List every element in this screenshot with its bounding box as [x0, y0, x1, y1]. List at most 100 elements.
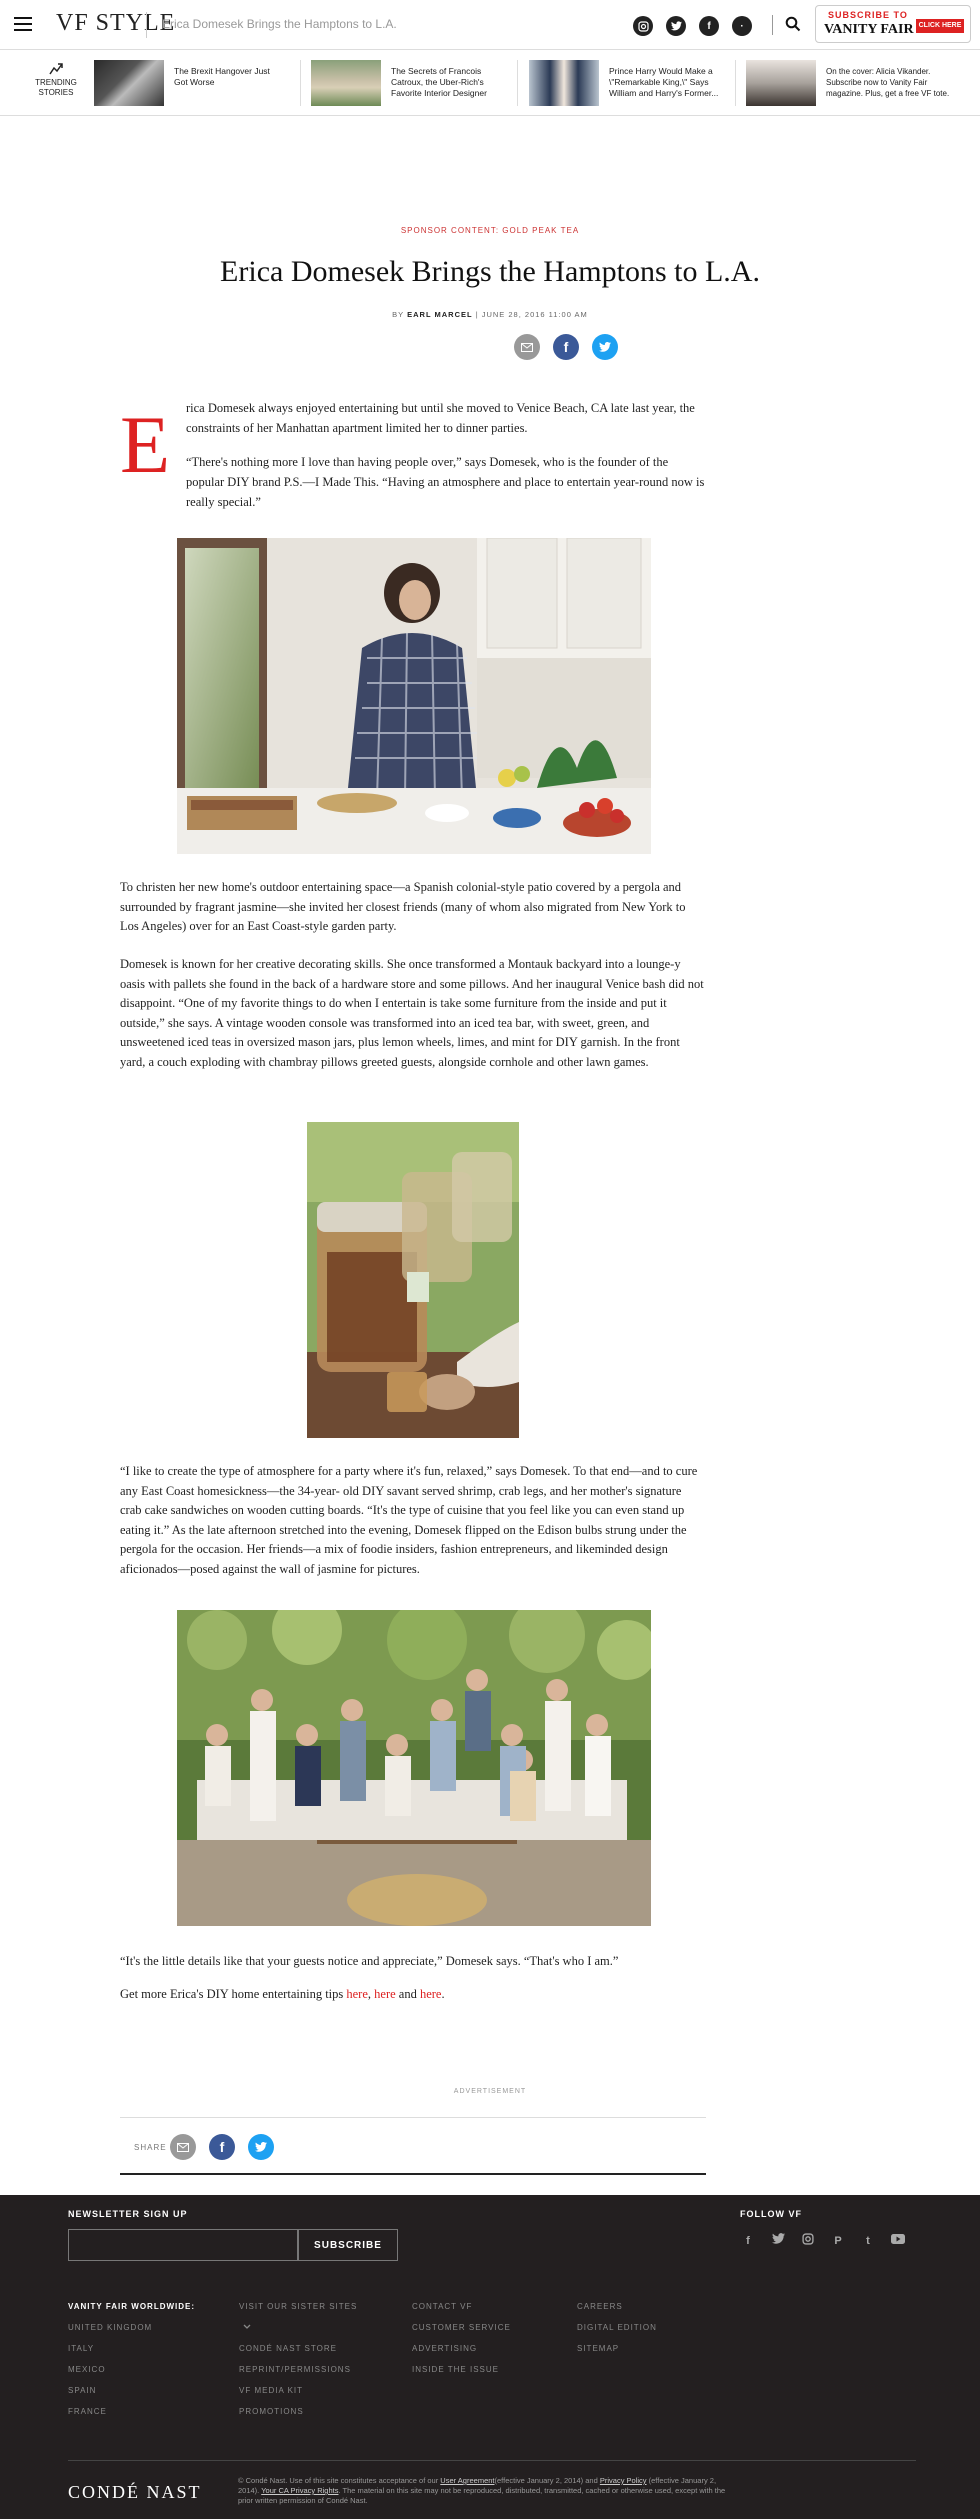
- publish-date: | JUNE 28, 2016 11:00 AM: [475, 310, 588, 319]
- footer-link[interactable]: CONTACT VF: [412, 2302, 511, 2323]
- header-divider: [772, 15, 773, 35]
- subscribe-promo-button[interactable]: SUBSCRIBE TO VANITY FAIR CLICK HERE: [815, 5, 971, 43]
- trending-story-title[interactable]: Prince Harry Would Make a \"Remarkable K…: [609, 66, 719, 99]
- more-share-icon[interactable]: ·: [732, 16, 752, 36]
- twitter-share-icon[interactable]: [592, 334, 618, 360]
- privacy-policy-link[interactable]: Privacy Policy: [600, 2476, 647, 2485]
- youtube-icon[interactable]: [890, 2233, 906, 2249]
- trending-icon: [49, 63, 63, 75]
- chevron-down-icon[interactable]: [239, 2323, 357, 2344]
- instagram-icon[interactable]: [800, 2233, 816, 2249]
- tips-link-3[interactable]: here: [420, 1987, 442, 2001]
- trending-story-4[interactable]: On the cover: Alicia Vikander. Subscribe…: [746, 60, 966, 106]
- drop-cap: E: [120, 399, 171, 490]
- footer-careers-column: CAREERS DIGITAL EDITION SITEMAP: [577, 2302, 657, 2365]
- footer-link[interactable]: INSIDE THE ISSUE: [412, 2365, 511, 2386]
- footer-link[interactable]: SITEMAP: [577, 2344, 657, 2365]
- trending-divider: [300, 60, 301, 106]
- advertisement-label: ADVERTISEMENT: [453, 2088, 527, 2095]
- footer-link[interactable]: VF MEDIA KIT: [239, 2386, 357, 2407]
- footer-link[interactable]: ITALY: [68, 2344, 195, 2365]
- trending-thumbnail-1: [94, 60, 164, 106]
- header-article-title: Erica Domesek Brings the Hamptons to L.A…: [162, 17, 397, 31]
- facebook-icon[interactable]: f: [699, 16, 719, 36]
- newsletter-email-input[interactable]: [68, 2229, 298, 2261]
- footer-link[interactable]: DIGITAL EDITION: [577, 2323, 657, 2344]
- footer-link[interactable]: UNITED KINGDOM: [68, 2323, 195, 2344]
- tips-prefix: Get more Erica's DIY home entertaining t…: [120, 1987, 347, 2001]
- footer-link[interactable]: SPAIN: [68, 2386, 195, 2407]
- tips-separator: and: [395, 1987, 420, 2001]
- tumblr-icon[interactable]: t: [860, 2233, 876, 2249]
- vanity-fair-label: VANITY FAIR: [824, 22, 914, 37]
- conde-nast-logo[interactable]: CONDÉ NAST: [68, 2482, 202, 2503]
- footer-link[interactable]: VISIT OUR SISTER SITES: [239, 2302, 357, 2323]
- twitter-icon[interactable]: [770, 2233, 786, 2249]
- share-bottom-divider: [120, 2173, 706, 2175]
- trending-story-1[interactable]: The Brexit Hangover Just Got Worse: [94, 60, 294, 106]
- article-paragraph: “It's the little details like that your …: [120, 1954, 619, 1968]
- share-top-divider: [120, 2117, 706, 2118]
- footer-sister-sites-column: VISIT OUR SISTER SITES CONDÉ NAST STORE …: [239, 2302, 357, 2428]
- article-paragraph: Domesek is known for her creative decora…: [120, 957, 704, 1069]
- follow-label: FOLLOW VF: [740, 2209, 802, 2219]
- footer-heading: VANITY FAIR WORLDWIDE:: [68, 2302, 196, 2311]
- sponsor-label[interactable]: SPONSOR CONTENT: GOLD PEAK TEA: [0, 226, 980, 235]
- trending-thumbnail-2: [311, 60, 381, 106]
- trending-divider: [735, 60, 736, 106]
- article-paragraph: Get more Erica's DIY home entertaining t…: [120, 1985, 704, 2005]
- tips-link-2[interactable]: here: [374, 1987, 396, 2001]
- article-paragraph: “There's nothing more I love than having…: [186, 455, 705, 509]
- magazine-cover-thumbnail: [746, 60, 816, 106]
- footer-link[interactable]: CONDÉ NAST STORE: [239, 2344, 357, 2365]
- share-label: SHARE: [134, 2143, 167, 2152]
- twitter-icon[interactable]: [666, 16, 686, 36]
- kitchen-photo: [177, 538, 651, 854]
- article-paragraph: “I like to create the type of atmosphere…: [120, 1464, 698, 1576]
- ca-privacy-link[interactable]: Your CA Privacy Rights: [261, 2486, 338, 2495]
- facebook-share-icon[interactable]: f: [553, 334, 579, 360]
- footer-link[interactable]: PROMOTIONS: [239, 2407, 357, 2428]
- facebook-share-icon[interactable]: f: [209, 2134, 235, 2160]
- pinterest-icon[interactable]: P: [830, 2233, 846, 2249]
- click-here-badge[interactable]: CLICK HERE: [916, 19, 964, 33]
- tips-suffix: .: [441, 1987, 445, 2001]
- newsletter-subscribe-button[interactable]: SUBSCRIBE: [298, 2229, 398, 2261]
- footer-link[interactable]: REPRINT/PERMISSIONS: [239, 2365, 357, 2386]
- trending-story-title[interactable]: On the cover: Alicia Vikander. Subscribe…: [826, 66, 956, 99]
- site-footer: NEWSLETTER SIGN UP SUBSCRIBE FOLLOW VF f…: [0, 2195, 980, 2519]
- search-icon[interactable]: [785, 16, 803, 34]
- twitter-share-icon[interactable]: [248, 2134, 274, 2160]
- email-share-icon[interactable]: [170, 2134, 196, 2160]
- footer-link[interactable]: MEXICO: [68, 2365, 195, 2386]
- email-share-icon[interactable]: [514, 334, 540, 360]
- facebook-icon[interactable]: f: [740, 2233, 756, 2249]
- footer-link[interactable]: FRANCE: [68, 2407, 195, 2428]
- trending-story-title[interactable]: The Brexit Hangover Just Got Worse: [174, 66, 284, 88]
- group-photo: [177, 1610, 651, 1926]
- legal-part: (effective January 2, 2014) and: [494, 2476, 600, 2485]
- top-navigation-bar: VF STYLE Erica Domesek Brings the Hampto…: [0, 0, 980, 50]
- trending-story-3[interactable]: Prince Harry Would Make a \"Remarkable K…: [529, 60, 729, 106]
- menu-icon[interactable]: [14, 17, 32, 31]
- trending-stories-bar: TRENDING STORIES The Brexit Hangover Jus…: [0, 50, 980, 116]
- trending-story-2[interactable]: The Secrets of Francois Catroux, the Ube…: [311, 60, 511, 106]
- trending-thumbnail-3: [529, 60, 599, 106]
- trending-divider: [517, 60, 518, 106]
- user-agreement-link[interactable]: User Agreement: [440, 2476, 494, 2485]
- instagram-icon[interactable]: [633, 16, 653, 36]
- footer-divider: [68, 2460, 916, 2461]
- byline-prefix: BY: [392, 310, 405, 319]
- footer-link[interactable]: CAREERS: [577, 2302, 657, 2323]
- footer-link[interactable]: ADVERTISING: [412, 2344, 511, 2365]
- legal-part: © Condé Nast. Use of this site constitut…: [238, 2476, 441, 2485]
- byline: BY EARL MARCEL | JUNE 28, 2016 11:00 AM: [0, 310, 980, 319]
- tips-link-1[interactable]: here: [346, 1987, 368, 2001]
- author-link[interactable]: EARL MARCEL: [407, 310, 472, 319]
- footer-link[interactable]: CUSTOMER SERVICE: [412, 2323, 511, 2344]
- vf-style-logo[interactable]: VF STYLE: [56, 10, 175, 37]
- footer-contact-column: CONTACT VF CUSTOMER SERVICE ADVERTISING …: [412, 2302, 511, 2386]
- article-headline: Erica Domesek Brings the Hamptons to L.A…: [220, 255, 760, 288]
- trending-story-title[interactable]: The Secrets of Francois Catroux, the Ube…: [391, 66, 501, 99]
- article-paragraph: To christen her new home's outdoor enter…: [120, 880, 686, 933]
